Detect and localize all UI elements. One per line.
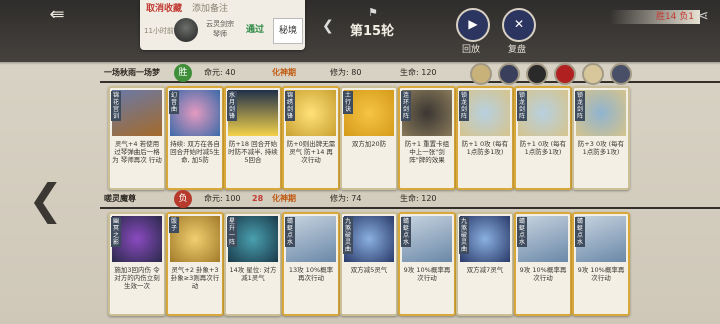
buff-icon[interactable] — [610, 63, 632, 85]
share-icon[interactable]: ⋖ — [697, 8, 709, 24]
card-title: 蜻蜓点水 — [285, 217, 295, 247]
buff-icon[interactable] — [498, 63, 520, 85]
card-description: 防+0则出牌无需灵气 防+14 再次行动 — [286, 140, 336, 164]
card-title: 锦绣剑锋 — [285, 91, 295, 121]
card[interactable]: 锁龙剑阵防+3 0攻 (每有1点防多1攻) — [572, 86, 630, 190]
player-realm: 化神期 — [272, 194, 296, 203]
bottom-player-strip: 嗟灵魔尊 负 命元: 100 28 化神期 修为: 74 生命: 120 — [100, 190, 620, 208]
card[interactable]: 连环剑阵防+1 重置卡组中上一张"剑阵"牌的效果 — [398, 86, 456, 190]
card-description: 防+3 0攻 (每有1点防多1攻) — [577, 140, 625, 156]
card-description: 双方减7灵气 — [466, 266, 504, 274]
add-note-link[interactable]: 添加备注 — [192, 2, 228, 16]
card[interactable]: 骰子灵气+2 卦象+3 卦象≥3则再次行动 — [166, 212, 224, 316]
buff-icon[interactable] — [526, 63, 548, 85]
card-title: 九煞破灵曲 — [459, 217, 469, 254]
card[interactable]: 土行诀双方加20防 — [340, 86, 398, 190]
lose-badge: 负 — [174, 190, 192, 208]
player-cultivation: 修为: 80 — [330, 68, 362, 77]
win-badge: 胜 — [174, 64, 192, 82]
player-realm: 化神期 — [272, 68, 296, 77]
card[interactable]: 锁龙剑阵防+1 0攻 (每有1点防多1攻) — [514, 86, 572, 190]
card-description: 9攻 10%概率再次行动 — [403, 266, 451, 282]
card[interactable]: 幽冥之影施加3回内伤 令对方的内伤立刻生效一次 — [108, 212, 166, 316]
review-icon: ✕ — [513, 17, 525, 31]
card-title: 锁龙剑阵 — [575, 91, 585, 121]
card-title: 幽冥之影 — [111, 217, 121, 247]
card[interactable]: 蜻蜓点水 9攻 10%概率再次行动 — [514, 212, 572, 316]
card-title: 锁龙剑阵 — [517, 91, 527, 121]
card[interactable]: 锁龙剑阵防+1 0攻 (每有1点防多1攻) — [456, 86, 514, 190]
card-title: 蜻蜓点水 — [401, 217, 411, 247]
replay-icon: ▶ — [468, 17, 478, 31]
cancel-favorite-link[interactable]: 取消收藏 — [146, 2, 182, 16]
card[interactable]: 九煞破灵曲双方减5灵气 — [340, 212, 398, 316]
card-title: 幻音曲 — [169, 91, 179, 114]
card-title: 骰子 — [169, 217, 179, 233]
card[interactable]: 蜻蜓点水 9攻 10%概率再次行动 — [572, 212, 630, 316]
card[interactable]: 水月剑锋防+18 回合开始时防不减半, 持续5回合 — [224, 86, 282, 190]
card-title: 蜻蜓点水 — [517, 217, 527, 247]
card-description: 防+1 重置卡组中上一张"剑阵"牌的效果 — [404, 140, 450, 164]
replay-label: 回放 — [461, 45, 480, 55]
realm-button[interactable]: 秘境 — [273, 18, 303, 44]
card-title: 九煞破灵曲 — [343, 217, 353, 254]
player-cultivation: 修为: 74 — [330, 194, 362, 203]
time-ago: 11小时前 — [144, 27, 174, 35]
card-title: 蜻蜓点水 — [575, 217, 585, 247]
card-description: 双方减5灵气 — [350, 266, 388, 274]
card[interactable]: 蜻蜓点水 13攻 10%概率再次行动 — [282, 212, 340, 316]
card-description: 防+1 0攻 (每有1点防多1攻) — [461, 140, 509, 156]
card-description: 13攻 10%概率再次行动 — [288, 266, 334, 282]
replay-button[interactable]: ▶ — [456, 8, 490, 42]
chevron-left-icon[interactable]: ❮ — [322, 18, 334, 34]
review-button[interactable]: ✕ — [502, 8, 536, 42]
player-life: 生命: 120 — [400, 194, 437, 203]
card-description: 9攻 10%概率再次行动 — [577, 266, 625, 282]
card-title: 土行诀 — [343, 91, 353, 114]
player-hp: 命元: 40 — [204, 68, 236, 77]
battle-info-panel: 取消收藏 添加备注 11小时前 云灵剑宗 琴师 通过 秘境 — [140, 0, 305, 50]
flag-icon: ⚑ — [368, 6, 378, 19]
card[interactable]: 幻音曲持续: 双方在各自回合开始时减5生命, 加5防 — [166, 86, 224, 190]
card[interactable]: 锦花宫训灵气+4 若使用过琴弹曲后一格为 琴师再次 行动 — [108, 86, 166, 190]
card-description: 灵气+4 若使用过琴弹曲后一格为 琴师再次 行动 — [112, 140, 162, 164]
round-label: 第15轮 — [350, 24, 395, 39]
card-title: 水月剑锋 — [227, 91, 237, 121]
divider — [100, 207, 720, 209]
player-hp: 命元: 100 — [204, 194, 241, 203]
player-life: 生命: 120 — [400, 68, 437, 77]
buff-icon[interactable] — [582, 63, 604, 85]
buff-icon[interactable] — [470, 63, 492, 85]
card-description: 施加3回内伤 令对方的内伤立刻生效一次 — [114, 266, 160, 290]
card-description: 9攻 10%概率再次行动 — [519, 266, 567, 282]
review-label: 复盘 — [507, 45, 526, 55]
card[interactable]: 锦绣剑锋防+0则出牌无需灵气 防+14 再次行动 — [282, 86, 340, 190]
card[interactable]: 九煞破灵曲双方减7灵气 — [456, 212, 514, 316]
card-title: 星升一阵 — [227, 217, 237, 247]
player-name: 一场秋雨一场梦 — [104, 68, 160, 77]
card-description: 持续: 双方在各自回合开始时减5生命, 加5防 — [170, 140, 220, 164]
buff-icon[interactable] — [554, 63, 576, 85]
card[interactable]: 蜻蜓点水 9攻 10%概率再次行动 — [398, 212, 456, 316]
opponent-avatar — [174, 18, 198, 42]
card-title: 锦花宫训 — [111, 91, 121, 121]
card[interactable]: 星升一阵 14攻 星位: 对方减1灵气 — [224, 212, 282, 316]
back-icon[interactable]: ⇚ — [40, 6, 74, 24]
card-description: 14攻 星位: 对方减1灵气 — [229, 266, 277, 282]
result-label: 通过 — [245, 25, 264, 35]
arrow-left-icon[interactable]: ❮ — [28, 175, 63, 224]
hp-loss: 28 — [252, 194, 264, 203]
card-description: 防+1 0攻 (每有1点防多1攻) — [519, 140, 567, 156]
card-description: 双方加20防 — [351, 140, 387, 148]
card-title: 连环剑阵 — [401, 91, 411, 121]
card-description: 防+18 回合开始时防不减半, 持续5回合 — [228, 140, 278, 164]
opponent-name: 云灵剑宗 琴师 — [206, 20, 234, 38]
score-label: 胜14 负1 — [610, 10, 700, 24]
card-description: 灵气+2 卦象+3 卦象≥3则再次行动 — [170, 266, 220, 290]
card-title: 锁龙剑阵 — [459, 91, 469, 121]
player-name: 嗟灵魔尊 — [104, 194, 136, 203]
